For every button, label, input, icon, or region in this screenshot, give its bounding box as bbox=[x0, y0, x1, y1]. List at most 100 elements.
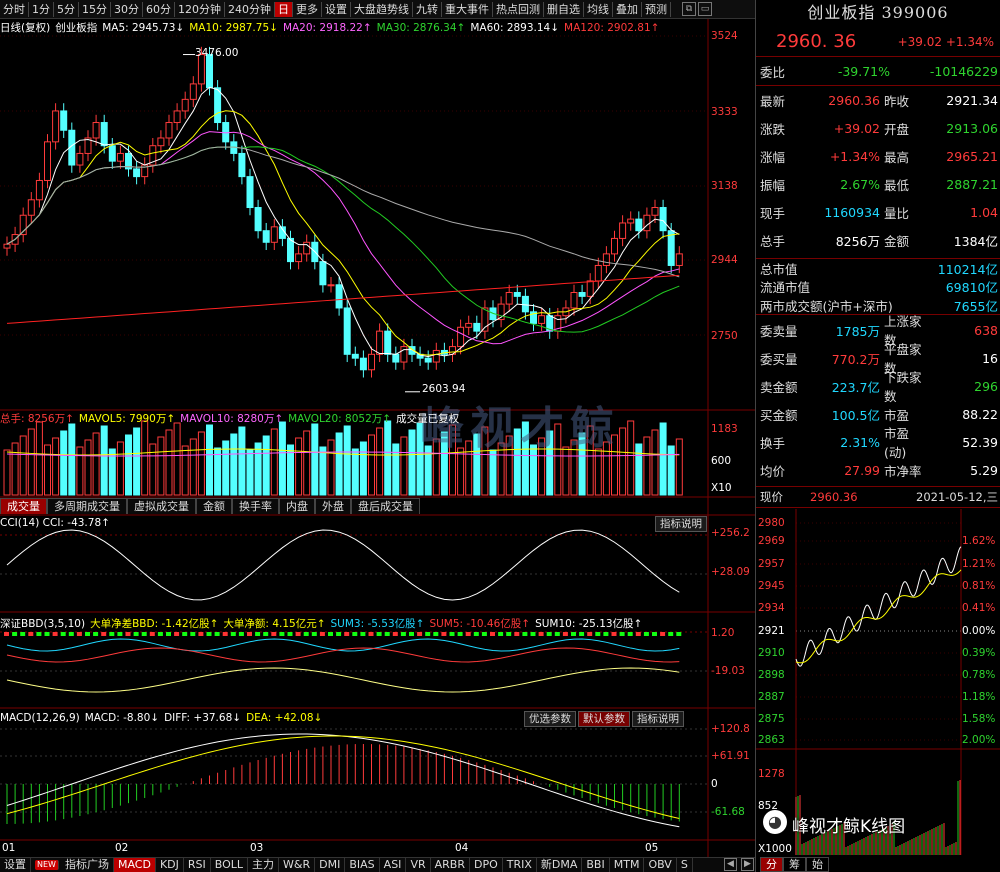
indicator-tab-10[interactable]: BIAS bbox=[345, 858, 380, 872]
volume-bar bbox=[165, 429, 173, 496]
volume-bar bbox=[189, 438, 197, 496]
macd-help-button[interactable]: 指标说明 bbox=[632, 711, 684, 727]
ma60-line bbox=[6, 146, 680, 278]
candle-body bbox=[76, 152, 84, 166]
candle-body bbox=[602, 253, 610, 266]
bbd-bar bbox=[133, 632, 139, 636]
candle-body bbox=[521, 295, 529, 313]
quote-label: 量比 bbox=[884, 205, 910, 221]
indicator-tab-17[interactable]: BBI bbox=[582, 858, 610, 872]
indicator-tab-13[interactable]: ARBR bbox=[431, 858, 470, 872]
indicator-tab-4[interactable]: KDJ bbox=[156, 858, 184, 872]
bbd-bar bbox=[109, 632, 115, 636]
intraday-tab-1[interactable]: 筹 bbox=[783, 857, 806, 872]
volume-bar bbox=[270, 428, 278, 496]
volume-tab-0[interactable]: 成交量 bbox=[0, 498, 47, 514]
bbd-bar bbox=[668, 632, 674, 636]
quote-value: 1384亿 bbox=[953, 233, 998, 249]
volume-tab-1[interactable]: 多周期成交量 bbox=[47, 498, 127, 514]
volume-tab-4[interactable]: 换手率 bbox=[232, 498, 279, 514]
bbd-bar bbox=[12, 632, 18, 636]
wechat-caption: 峰视才鲸K线图 bbox=[792, 817, 906, 837]
volume-bar bbox=[651, 429, 659, 496]
volume-bar bbox=[392, 443, 400, 496]
intraday-right-label: 0.39% bbox=[962, 647, 996, 659]
quote-value: 16 bbox=[982, 350, 998, 366]
quote-label: 市净率 bbox=[884, 463, 922, 479]
quote-value: 2913.06 bbox=[946, 120, 998, 136]
indicator-tab-2[interactable]: 指标广场 bbox=[61, 858, 114, 872]
indicator-tab-15[interactable]: TRIX bbox=[503, 858, 537, 872]
optimal-params-button[interactable]: 优选参数 bbox=[524, 711, 576, 727]
indicator-tab-9[interactable]: DMI bbox=[315, 858, 346, 872]
candle-body bbox=[60, 110, 68, 131]
indicator-tab-7[interactable]: 主力 bbox=[248, 858, 280, 872]
candle-body bbox=[189, 83, 197, 100]
quote-value: 223.7亿 bbox=[831, 379, 880, 395]
candle-body bbox=[238, 152, 246, 178]
quote-label: 委卖量 bbox=[760, 323, 798, 339]
indicator-tab-6[interactable]: BOLL bbox=[211, 858, 249, 872]
volume-bar bbox=[230, 433, 238, 496]
indicator-tab-20[interactable]: S bbox=[677, 858, 693, 872]
left-arrow-icon[interactable]: ◀ bbox=[724, 858, 737, 871]
volume-tab-6[interactable]: 外盘 bbox=[315, 498, 351, 514]
indicator-tab-11[interactable]: ASI bbox=[380, 858, 407, 872]
bbd-bar bbox=[230, 632, 236, 636]
volume-bar bbox=[44, 444, 51, 496]
quote-value: 2.31% bbox=[840, 434, 880, 450]
indicator-tab-8[interactable]: W&R bbox=[279, 858, 316, 872]
candle-body bbox=[513, 292, 521, 297]
indicator-tab-5[interactable]: RSI bbox=[184, 858, 211, 872]
default-params-button[interactable]: 默认参数 bbox=[578, 711, 630, 727]
volume-bar bbox=[60, 430, 68, 496]
bbd-bar bbox=[457, 632, 463, 636]
volume-tab-7[interactable]: 盘后成交量 bbox=[351, 498, 420, 514]
quote-value: +1.34% bbox=[829, 148, 880, 164]
volume-bar bbox=[303, 430, 311, 496]
indicator-tab-18[interactable]: MTM bbox=[610, 858, 645, 872]
volume-bar bbox=[635, 443, 643, 496]
quote-row: 振幅 2.67% 最低 2887.21 bbox=[756, 170, 1000, 198]
quote-label: 市盈 bbox=[884, 407, 910, 423]
bbd-bar bbox=[117, 632, 123, 636]
candle-body bbox=[359, 357, 367, 371]
quote-label: 金额 bbox=[884, 233, 910, 249]
intraday-tab-2[interactable]: 始 bbox=[806, 857, 829, 872]
quote-label: 均价 bbox=[760, 463, 786, 479]
volume-tab-3[interactable]: 金额 bbox=[196, 498, 232, 514]
candle-body bbox=[635, 218, 643, 232]
candle-body bbox=[27, 199, 35, 216]
cci-help-button[interactable]: 指标说明 bbox=[655, 516, 707, 532]
quote-label: 昨收 bbox=[884, 93, 910, 109]
indicator-tab-16[interactable]: 新DMA bbox=[537, 858, 583, 872]
indicator-tab-0[interactable]: 设置 bbox=[0, 858, 31, 872]
candle-body bbox=[270, 226, 278, 243]
volume-bar bbox=[157, 436, 165, 496]
volume-bar bbox=[489, 449, 497, 496]
indicator-tab-3[interactable]: MACD bbox=[113, 858, 156, 872]
volume-tab-5[interactable]: 内盘 bbox=[279, 498, 315, 514]
indicator-tab-1[interactable]: NEW bbox=[35, 860, 59, 870]
volume-bar bbox=[206, 424, 213, 496]
intraday-left-label: 2921 bbox=[758, 625, 785, 637]
ma20-line bbox=[6, 131, 680, 345]
quote-label: 委买量 bbox=[760, 351, 798, 367]
candle-body bbox=[473, 322, 481, 332]
bbd-bar bbox=[425, 632, 431, 636]
indicator-tab-19[interactable]: OBV bbox=[644, 858, 677, 872]
bbd-bar bbox=[660, 632, 666, 636]
intraday-left-label: 2863 bbox=[758, 734, 785, 746]
scroll-arrows: ◀ ▶ bbox=[722, 858, 754, 871]
candle-body bbox=[157, 137, 165, 147]
quote-value: 2960.36 bbox=[828, 92, 880, 108]
quote-row: 现手 1160934 量比 1.04 bbox=[756, 198, 1000, 226]
right-arrow-icon[interactable]: ▶ bbox=[741, 858, 754, 871]
indicator-tab-14[interactable]: DPO bbox=[470, 858, 503, 872]
volume-bar bbox=[359, 441, 367, 496]
volume-tab-2[interactable]: 虚拟成交量 bbox=[127, 498, 196, 514]
intraday-tab-0[interactable]: 分 bbox=[760, 857, 783, 872]
candle-body bbox=[659, 207, 667, 232]
indicator-tab-12[interactable]: VR bbox=[406, 858, 431, 872]
candle-body bbox=[116, 152, 124, 162]
